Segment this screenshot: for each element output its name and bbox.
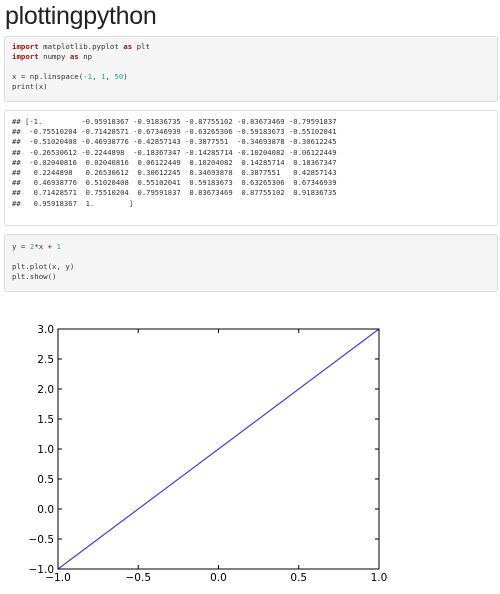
code-token: numpy <box>38 52 70 61</box>
code-line: plt.plot(x, y) <box>12 262 490 272</box>
code-cell-1[interactable]: import matplotlib.pyplot as plt import nu… <box>4 36 498 102</box>
x-tick-label: −0.5 <box>126 572 152 584</box>
x-tick-label: 0.5 <box>290 572 307 584</box>
code-token: x = np.linspace( <box>12 72 84 81</box>
y-tick-label: −0.5 <box>29 534 55 546</box>
code-token: import <box>12 52 39 61</box>
y-tick-label: 0.5 <box>37 474 54 486</box>
y-tick-label: 3.0 <box>37 324 54 336</box>
output-line: ## -0.51020408 -0.46938776 -0.42857143 -… <box>12 137 337 147</box>
output-line: ## [-1. -0.95918367 -0.91836735 -0.87755… <box>12 117 337 126</box>
y-tick-label: 2.0 <box>37 384 54 396</box>
code-cell-2[interactable]: y = 2*x + 1 plt.plot(x, y) plt.show() <box>4 234 498 292</box>
code-token: as <box>69 52 79 61</box>
x-tick-label: 0.0 <box>210 572 227 584</box>
chart-svg: −1.0 −0.5 0.0 0.5 1.0−1.0−0.50.00.51.01.52.0… <box>29 324 388 584</box>
code-token: 1 <box>56 242 61 251</box>
output-line: ## 0.2244898 0.26530612 0.30612245 0.346… <box>12 167 337 177</box>
code-token: 50 <box>114 72 124 81</box>
y-tick-label: 2.5 <box>37 354 54 366</box>
output-line: ## -0.75510204 -0.71428571 -0.67346939 -… <box>12 127 337 137</box>
output-line: ## 0.71428571 0.75510204 0.79591837 0.83… <box>12 188 337 198</box>
code-token: plt.show() <box>12 272 57 281</box>
code-token: y = <box>12 242 30 251</box>
code-token: matplotlib.pyplot <box>38 42 124 51</box>
y-tick-label: 1.5 <box>37 414 54 426</box>
series-line <box>57 328 380 570</box>
x-tick-label: 1.0 <box>371 572 388 584</box>
output-line: ## -0.26530612 -0.2244898 -0.18367347 -0… <box>12 147 337 157</box>
code-line: import numpy as np <box>12 52 490 62</box>
code-line: import matplotlib.pyplot as plt <box>12 42 490 52</box>
line-chart: −1.0 −0.5 0.0 0.5 1.0 −1.0 −0.5 0.0 0.5 1.0 1.5 2.0… <box>0 300 500 589</box>
code-token: plt.plot(x, y) <box>12 262 75 271</box>
code-line: plt.show() <box>12 272 490 282</box>
code-token: -1 <box>83 72 93 81</box>
code-token: as <box>123 42 133 51</box>
code-token: print(x) <box>12 82 48 91</box>
code-token: plt <box>132 42 150 51</box>
code-token: import <box>12 42 39 51</box>
output-line: ## -0.02040816 0.02040816 0.06122449 0.1… <box>12 157 337 167</box>
output-line: ## 0.95918367 1. ] <box>12 198 134 208</box>
y-tick-label: 0.0 <box>37 504 54 516</box>
code-token: *x + <box>34 242 57 251</box>
output-cell-1: ## [-1. -0.95918367 -0.91836735 -0.87755… <box>4 110 498 226</box>
code-line: y = 2*x + 1 <box>12 242 490 252</box>
code-token: np <box>78 52 93 61</box>
code-token: , <box>92 72 102 81</box>
code-line: x = np.linspace(-1, 1, 50) <box>12 72 490 82</box>
code-line: print(x) <box>12 82 490 92</box>
output-line: ## 0.46938776 0.51020408 0.55102041 0.59… <box>12 178 337 188</box>
y-tick-label: −1.0 <box>29 564 55 576</box>
page-title: plottingpython <box>5 2 157 30</box>
code-token: ) <box>123 72 128 81</box>
y-tick-label: 1.0 <box>37 444 54 456</box>
